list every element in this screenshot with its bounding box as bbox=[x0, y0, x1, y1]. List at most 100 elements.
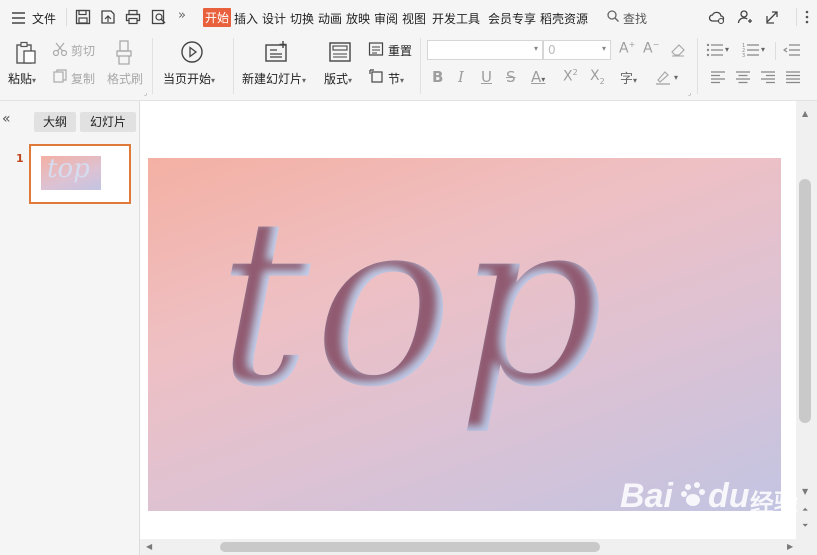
copy-button[interactable]: 复制 bbox=[71, 70, 95, 87]
watermark-cn: 经验 bbox=[750, 489, 798, 517]
watermark-brand: Bai bbox=[620, 477, 673, 515]
separator bbox=[233, 38, 234, 94]
reset-icon[interactable] bbox=[368, 41, 384, 57]
search-label[interactable]: 查找 bbox=[623, 10, 647, 27]
subscript-icon[interactable]: X2 bbox=[590, 68, 605, 86]
hamburger-menu-icon[interactable] bbox=[10, 9, 28, 27]
decrease-font-size-icon[interactable]: A− bbox=[643, 40, 659, 57]
section-button[interactable]: 节▾ bbox=[388, 70, 404, 87]
file-menu[interactable]: 文件 bbox=[32, 10, 56, 27]
font-size-value: 0 bbox=[548, 43, 556, 57]
paw-logo-icon bbox=[680, 481, 708, 509]
paste-icon[interactable] bbox=[13, 40, 39, 66]
slide-editing-area: top bbox=[140, 101, 796, 539]
align-left-icon[interactable] bbox=[710, 70, 726, 84]
tab-review[interactable]: 审阅 bbox=[374, 10, 398, 27]
export-pdf-icon[interactable] bbox=[99, 8, 117, 26]
italic-icon[interactable]: I bbox=[458, 68, 464, 86]
numbered-list-icon[interactable]: 123 bbox=[742, 42, 760, 59]
strikethrough-icon[interactable]: S bbox=[506, 68, 516, 86]
scroll-left-icon[interactable]: ◀ bbox=[146, 542, 152, 551]
print-icon[interactable] bbox=[124, 8, 142, 26]
tab-animation[interactable]: 动画 bbox=[318, 10, 342, 27]
font-size-select[interactable]: 0 ▾ bbox=[543, 40, 611, 60]
play-from-current-button[interactable]: 当页开始▾ bbox=[163, 70, 215, 87]
more-options-icon[interactable] bbox=[802, 8, 812, 26]
bold-icon[interactable]: B bbox=[432, 68, 443, 86]
cloud-sync-icon[interactable] bbox=[708, 8, 726, 26]
watermark-brand-2: du bbox=[708, 477, 750, 515]
tab-member[interactable]: 会员专享 bbox=[488, 10, 536, 27]
scissors-icon[interactable] bbox=[52, 41, 68, 57]
slide-thumbnail[interactable]: top bbox=[29, 144, 131, 204]
format-painter-button[interactable]: 格式刷 bbox=[107, 70, 143, 87]
tab-home[interactable]: 开始 bbox=[203, 8, 232, 27]
tab-slides[interactable]: 幻灯片 bbox=[80, 112, 136, 132]
layout-label: 版式 bbox=[324, 72, 349, 86]
collapse-panel-icon[interactable]: « bbox=[2, 111, 11, 127]
font-group-expand-icon[interactable]: ⌟ bbox=[688, 89, 691, 97]
search-icon[interactable] bbox=[606, 9, 620, 23]
tab-outline[interactable]: 大纲 bbox=[34, 112, 76, 132]
align-center-icon[interactable] bbox=[735, 70, 751, 84]
numbered-dropdown-icon[interactable]: ▾ bbox=[761, 45, 765, 54]
format-painter-icon[interactable] bbox=[113, 39, 135, 67]
separator bbox=[420, 38, 421, 94]
layout-icon[interactable] bbox=[328, 41, 352, 63]
layout-button[interactable]: 版式▾ bbox=[324, 70, 352, 87]
play-icon[interactable] bbox=[180, 40, 204, 64]
tab-transition[interactable]: 切换 bbox=[290, 10, 314, 27]
tab-docer[interactable]: 稻壳资源 bbox=[540, 10, 588, 27]
share-user-icon[interactable] bbox=[736, 8, 754, 26]
new-slide-button[interactable]: 新建幻灯片▾ bbox=[242, 70, 306, 87]
print-preview-icon[interactable] bbox=[150, 8, 168, 26]
watermark-url: jingyan.baidu.com bbox=[628, 519, 757, 534]
justify-icon[interactable] bbox=[785, 70, 801, 84]
tab-view[interactable]: 视图 bbox=[402, 10, 426, 27]
font-color-icon[interactable]: A▾ bbox=[531, 68, 545, 86]
menu-bar: 文件 » 开始 插入 设计 切换 动画 放映 审阅 视图 开发工具 会员专享 稻… bbox=[0, 0, 817, 34]
ribbon-toolbar: 粘贴▾ 剪切 复制 格式刷 ⌟ 当页开始▾ 新建幻灯片▾ 版式▾ 重置 节▾ ▾… bbox=[0, 34, 817, 101]
svg-text:3: 3 bbox=[742, 53, 745, 58]
reset-button[interactable]: 重置 bbox=[388, 42, 412, 59]
bullet-list-icon[interactable] bbox=[706, 42, 724, 58]
thumbnail-slide-preview: top bbox=[41, 156, 101, 190]
copy-icon[interactable] bbox=[52, 68, 68, 84]
play-from-current-label: 当页开始 bbox=[163, 72, 212, 86]
clear-format-eraser-icon[interactable] bbox=[670, 42, 686, 58]
highlight-icon[interactable] bbox=[655, 69, 671, 85]
separator bbox=[775, 42, 776, 60]
tab-insert[interactable]: 插入 bbox=[234, 10, 258, 27]
vertical-scrollbar[interactable]: ▲ ▼ ⏶ ⏷ bbox=[796, 101, 817, 539]
paste-label: 粘贴 bbox=[8, 72, 33, 86]
more-chevron-icon[interactable]: » bbox=[178, 8, 186, 23]
font-family-select[interactable]: ▾ bbox=[427, 40, 543, 60]
separator bbox=[697, 38, 698, 94]
baidu-jingyan-watermark: Bai du 经验 jingyan.baidu.com bbox=[620, 475, 810, 545]
scroll-up-icon[interactable]: ▲ bbox=[802, 109, 808, 118]
paste-button[interactable]: 粘贴▾ bbox=[8, 70, 36, 87]
slide-text-art: top bbox=[218, 171, 604, 438]
horizontal-scroll-thumb[interactable] bbox=[220, 542, 600, 552]
vertical-scroll-thumb[interactable] bbox=[799, 179, 811, 423]
new-slide-label: 新建幻灯片 bbox=[242, 72, 303, 86]
new-slide-icon[interactable] bbox=[264, 40, 290, 64]
tab-slideshow[interactable]: 放映 bbox=[346, 10, 370, 27]
decrease-indent-icon[interactable] bbox=[783, 42, 801, 58]
collapse-ribbon-icon[interactable] bbox=[764, 8, 782, 26]
superscript-icon[interactable]: X2 bbox=[563, 68, 578, 85]
slide-canvas[interactable]: top bbox=[148, 158, 781, 511]
thumbnail-text: top bbox=[47, 156, 90, 184]
clipboard-group-expand-icon[interactable]: ⌟ bbox=[144, 89, 147, 97]
cut-button[interactable]: 剪切 bbox=[71, 42, 95, 59]
tab-developer[interactable]: 开发工具 bbox=[432, 10, 480, 27]
underline-icon[interactable]: U bbox=[481, 68, 492, 86]
section-icon[interactable] bbox=[368, 68, 384, 84]
highlight-dropdown-icon[interactable]: ▾ bbox=[674, 73, 678, 82]
tab-design[interactable]: 设计 bbox=[262, 10, 286, 27]
bullet-dropdown-icon[interactable]: ▾ bbox=[725, 45, 729, 54]
phonetic-guide-icon[interactable]: 字▾ bbox=[620, 68, 637, 87]
align-right-icon[interactable] bbox=[760, 70, 776, 84]
increase-font-size-icon[interactable]: A+ bbox=[619, 40, 635, 57]
save-icon[interactable] bbox=[74, 8, 92, 26]
